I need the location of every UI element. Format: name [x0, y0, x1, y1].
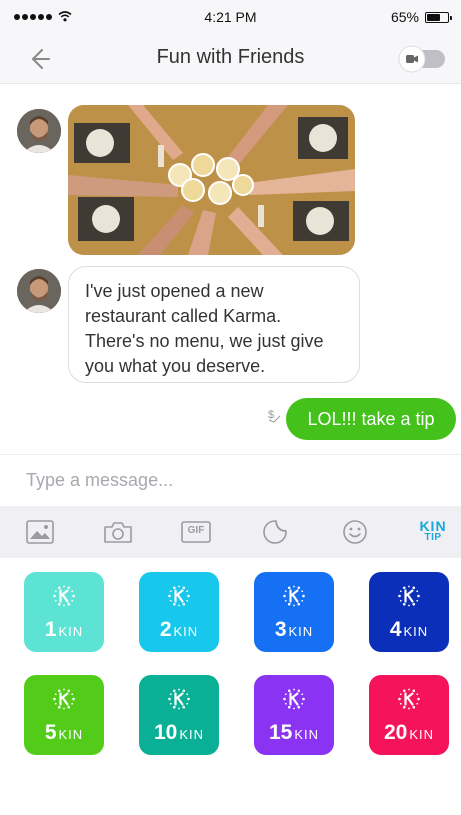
kin-tip-label: KIN	[419, 518, 447, 534]
kin-logo-icon	[398, 688, 420, 710]
tip-unit: KIN	[179, 727, 205, 742]
tip-3-kin-button[interactable]: 3 KIN	[254, 572, 334, 652]
tip-unit: KIN	[58, 624, 84, 639]
emoji-button[interactable]	[340, 519, 370, 545]
tip-15-kin-button[interactable]: 15 KIN	[254, 675, 334, 755]
kin-tip-panel: 1 KIN 2 KIN 3 KIN 4 KIN 5 KIN 10 KIN 15 KIN 20 K…	[0, 558, 461, 815]
kin-logo-icon	[283, 585, 305, 607]
video-toggle-icon[interactable]	[397, 44, 447, 74]
tip-4-kin-button[interactable]: 4 KIN	[369, 572, 449, 652]
tip-amount: 4	[389, 618, 402, 641]
avatar[interactable]	[17, 109, 61, 153]
tip-5-kin-button[interactable]: 5 KIN	[24, 675, 104, 755]
kin-logo-icon	[53, 688, 75, 710]
image-icon	[26, 520, 54, 544]
kin-logo-icon	[283, 688, 305, 710]
tip-unit: KIN	[173, 624, 199, 639]
emoji-icon	[343, 520, 367, 544]
tip-amount: 3	[274, 618, 287, 641]
shared-photo[interactable]	[68, 105, 355, 255]
tip-unit: KIN	[288, 624, 314, 639]
tip-amount: 1	[44, 618, 57, 641]
kin-tip-button[interactable]: KIN TIP	[413, 518, 453, 543]
tip-20-kin-button[interactable]: 20 KIN	[369, 675, 449, 755]
image-button[interactable]	[25, 519, 55, 545]
tip-2-kin-button[interactable]: 2 KIN	[139, 572, 219, 652]
kin-logo-icon	[53, 585, 75, 607]
status-bar: 4:21 PM 65%	[0, 0, 461, 34]
avatar[interactable]	[17, 269, 61, 313]
camera-button[interactable]	[103, 519, 133, 545]
tip-amount: 2	[159, 618, 172, 641]
outgoing-message[interactable]: LOL!!! take a tip	[286, 398, 456, 440]
message-input[interactable]	[0, 455, 461, 506]
chat-title: Fun with Friends	[156, 46, 305, 68]
tip-unit: KIN	[58, 727, 84, 742]
gif-label: GIF	[187, 525, 205, 536]
tip-10-kin-button[interactable]: 10 KIN	[139, 675, 219, 755]
tip-1-kin-button[interactable]: 1 KIN	[24, 572, 104, 652]
sticker-button[interactable]	[260, 519, 290, 545]
chat-area[interactable]: I've just opened a new restaurant called…	[0, 84, 461, 454]
battery-icon	[425, 11, 452, 23]
tip-unit: KIN	[294, 727, 320, 742]
kin-logo-icon	[398, 585, 420, 607]
battery-percent: 65%	[390, 9, 419, 25]
incoming-message[interactable]: I've just opened a new restaurant called…	[68, 266, 360, 383]
tip-unit: KIN	[409, 727, 435, 742]
tip-amount: 10	[153, 721, 178, 744]
svg-text:$: $	[268, 409, 274, 421]
kin-logo-icon	[168, 688, 190, 710]
kin-logo-icon	[168, 585, 190, 607]
tip-unit: KIN	[403, 624, 429, 639]
message-composer	[0, 454, 461, 506]
tip-amount: 5	[44, 721, 57, 744]
tip-amount: 15	[268, 721, 293, 744]
tip-dollar-icon: $	[268, 409, 281, 423]
gif-button[interactable]: GIF	[181, 519, 211, 545]
attachment-toolbar: GIF KIN TIP	[0, 506, 461, 558]
tip-amount: 20	[383, 721, 408, 744]
camera-icon	[104, 522, 132, 543]
sticker-icon	[263, 520, 287, 544]
nav-bar: Fun with Friends	[0, 34, 461, 84]
